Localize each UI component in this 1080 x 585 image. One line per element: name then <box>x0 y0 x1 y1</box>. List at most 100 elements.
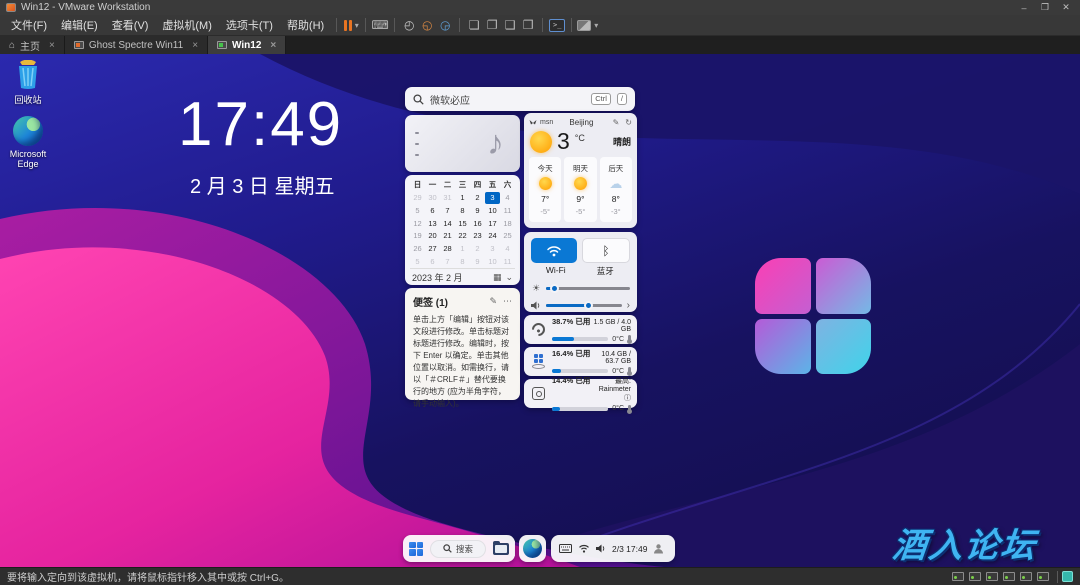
console-view-button[interactable]: >_ <box>548 16 566 34</box>
taskbar-edge-button[interactable] <box>519 535 546 562</box>
calendar-day[interactable]: 5 <box>410 256 425 268</box>
taskbar-clock[interactable]: 2/3 17:49 <box>612 544 647 554</box>
refresh-icon[interactable]: ↻ <box>625 118 632 127</box>
calendar-day[interactable]: 16 <box>470 218 485 230</box>
usb-icon[interactable] <box>1037 572 1049 581</box>
volume-slider[interactable] <box>546 301 622 310</box>
chevron-down-icon[interactable]: ▾ <box>355 21 359 30</box>
calendar-day[interactable]: 27 <box>425 243 440 255</box>
calendar-day[interactable]: 25 <box>500 230 515 242</box>
calendar-day[interactable]: 11 <box>500 256 515 268</box>
network-adapter-icon[interactable] <box>986 572 998 581</box>
vm-screen[interactable]: 回收站 Microsoft Edge 17:49 2 月 3 日 星期五 微软必… <box>0 54 1080 567</box>
chevron-down-icon[interactable]: ⌄ <box>505 272 513 283</box>
close-button[interactable]: ✕ <box>1058 2 1074 13</box>
calendar-day[interactable]: 15 <box>455 218 470 230</box>
monitor-widget-gauge[interactable]: 38.7% 已用 1.5 GB / 4.0 GB 0°C <box>524 315 637 344</box>
snapshot-manager-button[interactable]: ◶ <box>436 16 454 34</box>
menu-item[interactable]: 选项卡(T) <box>219 18 280 34</box>
calendar-day[interactable]: 28 <box>440 243 455 255</box>
calendar-day[interactable]: 18 <box>500 218 515 230</box>
show-thumbnail-bar-button[interactable]: ❐ <box>483 16 501 34</box>
suspend-vm-button[interactable]: ▾ <box>342 16 360 34</box>
menu-item[interactable]: 帮助(H) <box>280 18 331 34</box>
note-title[interactable]: 便签 (1) <box>413 294 448 309</box>
music-widget[interactable]: ♪ <box>405 115 520 172</box>
menu-item[interactable]: 虚拟机(M) <box>155 18 219 34</box>
maximize-button[interactable]: ❐ <box>1037 2 1053 13</box>
calendar-day[interactable]: 5 <box>410 205 425 217</box>
desktop-icon-recycle-bin[interactable]: 回收站 <box>0 60 56 106</box>
calendar-day[interactable]: 20 <box>425 230 440 242</box>
sound-icon[interactable] <box>1020 572 1032 581</box>
calendar-day[interactable]: 14 <box>440 218 455 230</box>
edit-pencil-icon[interactable]: ✎ <box>489 296 497 307</box>
brightness-slider[interactable] <box>546 284 630 293</box>
note-body[interactable]: 单击上方「编辑」按钮对该文段进行修改。单击标题对标题进行修改。编辑时，按下 En… <box>413 314 512 410</box>
edit-pencil-icon[interactable]: ✎ <box>613 118 620 127</box>
calendar-day[interactable]: 2 <box>470 192 485 204</box>
unity-mode-button[interactable]: ❒ <box>519 16 537 34</box>
start-button[interactable] <box>409 541 423 556</box>
tab-close-icon[interactable]: × <box>49 40 55 51</box>
calendar-day[interactable]: 23 <box>470 230 485 242</box>
calendar-day[interactable]: 10 <box>485 256 500 268</box>
minimize-button[interactable]: – <box>1016 3 1032 13</box>
monitor-widget-disk[interactable]: 16.4% 已用 10.4 GB / 63.7 GB 0°C <box>524 347 637 376</box>
calendar-widget[interactable]: 日一二三四五六 29 30 31 1 2 3 4 5 6 7 8 9 10 11 12 13 14 15 16 17 18… <box>405 175 520 285</box>
calendar-day[interactable]: 17 <box>485 218 500 230</box>
tab-close-icon[interactable]: × <box>270 40 276 51</box>
calendar-day[interactable]: 19 <box>410 230 425 242</box>
calendar-day[interactable]: 7 <box>440 256 455 268</box>
file-explorer-button[interactable] <box>493 540 509 555</box>
calendar-day[interactable]: 21 <box>440 230 455 242</box>
tab-主页[interactable]: ⌂ 主页 × <box>0 36 65 54</box>
calendar-day[interactable]: 2 <box>470 243 485 255</box>
calendar-day[interactable]: 8 <box>455 256 470 268</box>
tab-Win12[interactable]: Win12 × <box>208 36 287 54</box>
menu-item[interactable]: 查看(V) <box>105 18 156 34</box>
printer-icon[interactable] <box>1003 572 1015 581</box>
calendar-day[interactable]: 1 <box>455 192 470 204</box>
calendar-day[interactable]: 10 <box>485 205 500 217</box>
tab-Ghost Spectre Win11[interactable]: Ghost Spectre Win11 × <box>64 36 209 54</box>
more-options-icon[interactable]: ⋯ <box>503 296 512 307</box>
menu-item[interactable]: 编辑(E) <box>54 18 105 34</box>
tab-close-icon[interactable]: × <box>192 40 198 51</box>
volume-slider-thumb[interactable] <box>583 301 593 310</box>
calendar-day[interactable]: 7 <box>440 205 455 217</box>
menu-item[interactable]: 文件(F) <box>4 18 54 34</box>
show-library-button[interactable]: ❏ <box>465 16 483 34</box>
calendar-day[interactable]: 9 <box>470 205 485 217</box>
bluetooth-toggle-button[interactable]: ᛒ <box>582 238 630 263</box>
cdrom-icon[interactable] <box>969 572 981 581</box>
calendar-day[interactable]: 13 <box>425 218 440 230</box>
calendar-day[interactable]: 6 <box>425 256 440 268</box>
take-snapshot-button[interactable]: ◴ <box>400 16 418 34</box>
calendar-day[interactable]: 29 <box>410 192 425 204</box>
calendar-day[interactable]: 22 <box>455 230 470 242</box>
sticky-note-widget[interactable]: 便签 (1) ✎ ⋯ 单击上方「编辑」按钮对该文段进行修改。单击标题对标题进行修… <box>405 288 520 408</box>
calendar-day[interactable]: 3 <box>485 243 500 255</box>
bing-search-widget[interactable]: 微软必应 Ctrl / <box>405 87 635 111</box>
touch-keyboard-icon[interactable] <box>559 544 572 553</box>
wifi-toggle-button[interactable] <box>531 238 577 263</box>
calendar-day[interactable]: 11 <box>500 205 515 217</box>
calendar-day[interactable]: 4 <box>500 192 515 204</box>
calendar-day[interactable]: 9 <box>470 256 485 268</box>
brightness-slider-thumb[interactable] <box>550 284 560 293</box>
calendar-day[interactable]: 8 <box>455 205 470 217</box>
fullscreen-button[interactable]: ❑ <box>501 16 519 34</box>
external-display-button[interactable]: ▾ <box>577 16 598 34</box>
hdd-icon[interactable] <box>952 572 964 581</box>
revert-snapshot-button[interactable]: ◵ <box>418 16 436 34</box>
monitor-widget-cpu[interactable]: 14.4% 已用 最高: Rainmeter ⓘ 0°C <box>524 376 637 414</box>
calendar-day[interactable]: 30 <box>425 192 440 204</box>
calendar-day[interactable]: 31 <box>440 192 455 204</box>
calendar-day[interactable]: 12 <box>410 218 425 230</box>
wifi-tray-icon[interactable] <box>578 544 590 553</box>
user-account-icon[interactable] <box>653 543 664 554</box>
volume-tray-icon[interactable] <box>596 544 606 553</box>
calendar-day[interactable]: 24 <box>485 230 500 242</box>
calendar-day[interactable]: 26 <box>410 243 425 255</box>
